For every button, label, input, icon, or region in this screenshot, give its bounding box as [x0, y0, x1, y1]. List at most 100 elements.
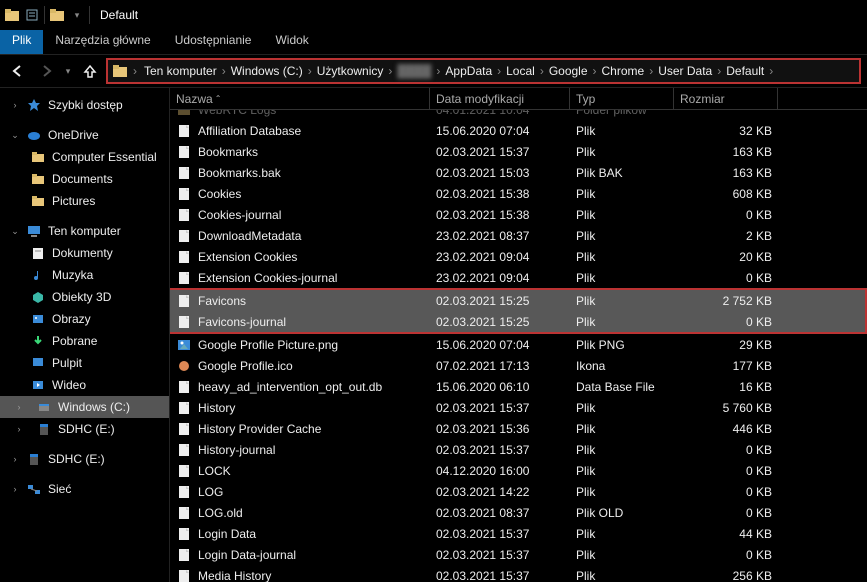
- tab-narzedzia[interactable]: Narzędzia główne: [43, 30, 162, 54]
- sidebar-item[interactable]: Muzyka: [0, 264, 169, 286]
- table-row[interactable]: Extension Cookies23.02.2021 09:04Plik20 …: [170, 246, 867, 267]
- chevron-right-icon[interactable]: ›: [10, 454, 20, 464]
- file-type: Plik: [570, 401, 674, 415]
- file-date: 15.06.2020 07:04: [430, 338, 570, 352]
- file-name: Favicons: [198, 294, 246, 308]
- breadcrumb[interactable]: Local: [504, 64, 537, 78]
- sidebar-item[interactable]: Computer Essential: [0, 146, 169, 168]
- sidebar-item[interactable]: Pobrane: [0, 330, 169, 352]
- sidebar-item[interactable]: ›SDHC (E:): [0, 418, 169, 440]
- file-icon: [176, 123, 192, 139]
- sidebar-onedrive[interactable]: ⌄ OneDrive: [0, 124, 169, 146]
- file-icon: [176, 526, 192, 542]
- table-row[interactable]: Media History02.03.2021 15:37Plik256 KB: [170, 565, 867, 582]
- table-row[interactable]: Cookies02.03.2021 15:38Plik608 KB: [170, 183, 867, 204]
- table-row[interactable]: History Provider Cache02.03.2021 15:36Pl…: [170, 418, 867, 439]
- col-type[interactable]: Typ: [570, 88, 674, 109]
- tab-udostepnianie[interactable]: Udostępnianie: [163, 30, 264, 54]
- qat-dropdown-icon[interactable]: ▾: [69, 7, 85, 23]
- file-date: 02.03.2021 15:03: [430, 166, 570, 180]
- sidebar-item[interactable]: Obiekty 3D: [0, 286, 169, 308]
- chevron-right-icon[interactable]: ›: [10, 484, 20, 494]
- chevron-right-icon[interactable]: ›: [219, 64, 229, 78]
- file-icon: [176, 358, 192, 374]
- sidebar-item[interactable]: Obrazy: [0, 308, 169, 330]
- chevron-right-icon[interactable]: ›: [646, 64, 656, 78]
- sidebar-item-label: Wideo: [52, 378, 86, 392]
- table-row[interactable]: Login Data02.03.2021 15:37Plik44 KB: [170, 523, 867, 544]
- item-icon: [30, 289, 46, 305]
- breadcrumb[interactable]: AppData: [443, 64, 494, 78]
- table-row[interactable]: WebRTC Logs04.01.2021 10:04Folder plików: [170, 110, 867, 120]
- chevron-right-icon[interactable]: ›: [14, 424, 24, 434]
- table-row[interactable]: History-journal02.03.2021 15:37Plik0 KB: [170, 439, 867, 460]
- breadcrumb[interactable]: Default: [724, 64, 766, 78]
- address-bar[interactable]: › Ten komputer›Windows (C:)›Użytkownicy›…: [106, 58, 861, 84]
- table-row[interactable]: Login Data-journal02.03.2021 15:37Plik0 …: [170, 544, 867, 565]
- chevron-right-icon[interactable]: ›: [130, 64, 140, 78]
- chevron-right-icon[interactable]: ›: [590, 64, 600, 78]
- table-row[interactable]: History02.03.2021 15:37Plik5 760 KB: [170, 397, 867, 418]
- breadcrumb[interactable]: ████: [395, 64, 433, 78]
- col-name[interactable]: Nazwa⌃: [170, 88, 430, 109]
- chevron-right-icon[interactable]: ›: [305, 64, 315, 78]
- sidebar-item[interactable]: Wideo: [0, 374, 169, 396]
- network-icon: [26, 481, 42, 497]
- table-row[interactable]: Bookmarks02.03.2021 15:37Plik163 KB: [170, 141, 867, 162]
- table-row[interactable]: LOCK04.12.2020 16:00Plik0 KB: [170, 460, 867, 481]
- breadcrumb[interactable]: Windows (C:): [229, 64, 305, 78]
- file-size: 163 KB: [674, 145, 778, 159]
- col-date[interactable]: Data modyfikacji: [430, 88, 570, 109]
- up-button[interactable]: [78, 59, 102, 83]
- chevron-right-icon[interactable]: ›: [537, 64, 547, 78]
- col-size[interactable]: Rozmiar: [674, 88, 778, 109]
- table-row[interactable]: Google Profile Picture.png15.06.2020 07:…: [170, 334, 867, 355]
- sidebar-item[interactable]: Pictures: [0, 190, 169, 212]
- tab-plik[interactable]: Plik: [0, 30, 43, 54]
- chevron-right-icon[interactable]: ›: [714, 64, 724, 78]
- back-button[interactable]: [6, 59, 30, 83]
- table-row[interactable]: Favicons02.03.2021 15:25Plik2 752 KB: [170, 290, 865, 311]
- sidebar-quick-access[interactable]: › Szybki dostęp: [0, 94, 169, 116]
- breadcrumb[interactable]: Google: [547, 64, 590, 78]
- chevron-right-icon[interactable]: ›: [10, 100, 20, 110]
- chevron-right-icon[interactable]: ›: [14, 402, 24, 412]
- star-icon: [26, 97, 42, 113]
- table-row[interactable]: Cookies-journal02.03.2021 15:38Plik0 KB: [170, 204, 867, 225]
- chevron-down-icon[interactable]: ⌄: [10, 130, 20, 141]
- breadcrumb[interactable]: User Data: [656, 64, 714, 78]
- chevron-down-icon[interactable]: ⌄: [10, 226, 20, 237]
- table-row[interactable]: Extension Cookies-journal23.02.2021 09:0…: [170, 267, 867, 288]
- sidebar-item[interactable]: Dokumenty: [0, 242, 169, 264]
- sidebar-item[interactable]: ›Windows (C:): [0, 396, 169, 418]
- table-row[interactable]: Favicons-journal02.03.2021 15:25Plik0 KB: [170, 311, 865, 332]
- sidebar-item[interactable]: Pulpit: [0, 352, 169, 374]
- file-icon: [176, 379, 192, 395]
- chevron-right-icon[interactable]: ›: [766, 64, 776, 78]
- forward-button[interactable]: [34, 59, 58, 83]
- breadcrumb[interactable]: Ten komputer: [142, 64, 219, 78]
- table-row[interactable]: Google Profile.ico07.02.2021 17:13Ikona1…: [170, 355, 867, 376]
- sidebar-thispc[interactable]: ⌄ Ten komputer: [0, 220, 169, 242]
- sd-card-icon: [26, 451, 42, 467]
- table-row[interactable]: Bookmarks.bak02.03.2021 15:03Plik BAK163…: [170, 162, 867, 183]
- file-date: 07.02.2021 17:13: [430, 359, 570, 373]
- chevron-right-icon[interactable]: ›: [385, 64, 395, 78]
- sidebar-network[interactable]: › Sieć: [0, 478, 169, 500]
- sidebar-item[interactable]: Documents: [0, 168, 169, 190]
- sidebar-item-label: Obrazy: [52, 312, 91, 326]
- chevron-right-icon[interactable]: ›: [433, 64, 443, 78]
- table-row[interactable]: LOG.old02.03.2021 08:37Plik OLD0 KB: [170, 502, 867, 523]
- tab-widok[interactable]: Widok: [263, 30, 320, 54]
- table-row[interactable]: heavy_ad_intervention_opt_out.db15.06.20…: [170, 376, 867, 397]
- chevron-right-icon[interactable]: ›: [494, 64, 504, 78]
- qat-properties-icon[interactable]: [24, 7, 40, 23]
- table-row[interactable]: DownloadMetadata23.02.2021 08:37Plik2 KB: [170, 225, 867, 246]
- recent-dropdown[interactable]: ▾: [62, 59, 74, 83]
- breadcrumb[interactable]: Użytkownicy: [315, 64, 386, 78]
- table-row[interactable]: LOG02.03.2021 14:22Plik0 KB: [170, 481, 867, 502]
- sidebar-sdhc[interactable]: › SDHC (E:): [0, 448, 169, 470]
- sidebar-item-label: SDHC (E:): [48, 452, 105, 466]
- table-row[interactable]: Affiliation Database15.06.2020 07:04Plik…: [170, 120, 867, 141]
- breadcrumb[interactable]: Chrome: [600, 64, 647, 78]
